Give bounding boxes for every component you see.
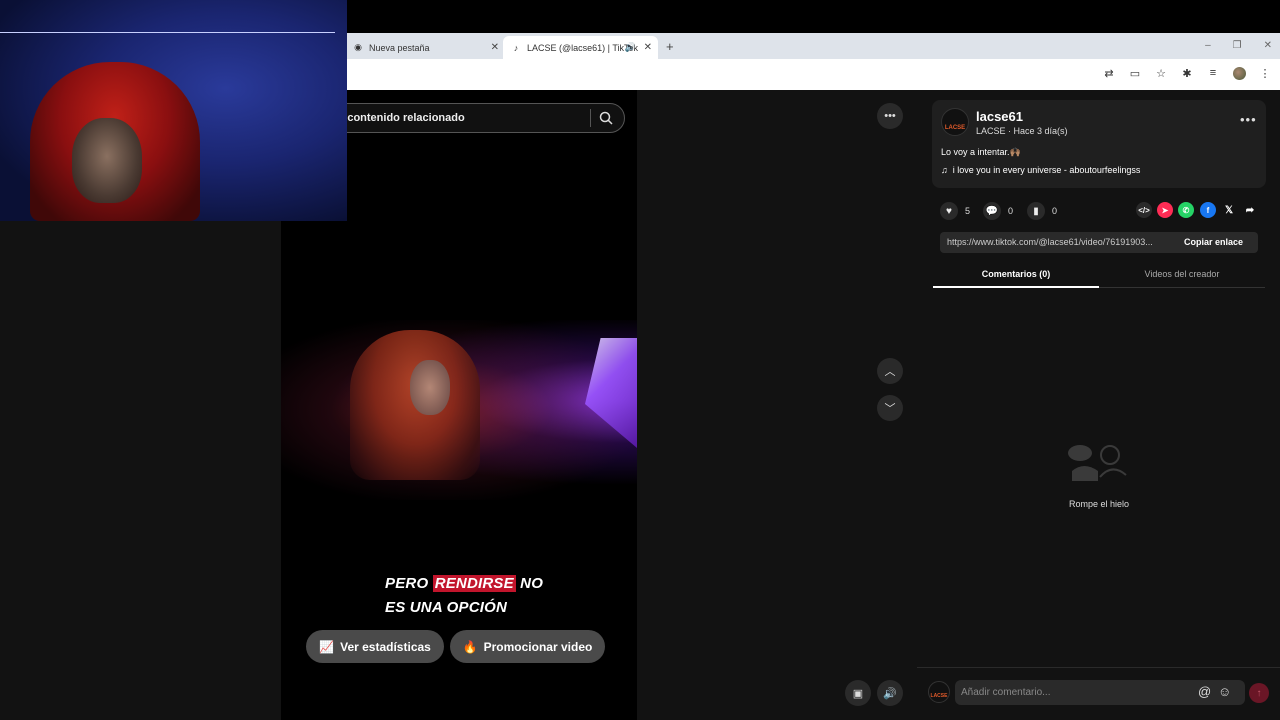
view-stats-label: Ver estadísticas [340, 639, 431, 654]
view-stats-button[interactable]: 📈 Ver estadísticas [306, 630, 444, 663]
caption-text: PERO [385, 575, 433, 592]
close-window-button[interactable]: ✕ [1264, 40, 1272, 51]
chevron-down-icon: ﹀ [884, 403, 896, 415]
video-person-face [410, 360, 450, 415]
speaker-icon[interactable]: 🔊 [625, 42, 636, 53]
toolbar-icons: ⇄ ▭ ☆ ✱ ≡ ⋮ [1102, 67, 1272, 83]
emoji-icon[interactable]: ☺ [1218, 684, 1231, 699]
webcam-edge-line [0, 32, 335, 33]
copy-link-button[interactable]: Copiar enlace [1184, 237, 1243, 247]
flame-icon: 🔥 [462, 639, 478, 654]
user-avatar: LACSE [928, 681, 950, 703]
video-caption-line2: ES UNA OPCIÓN [385, 599, 508, 616]
browser-tab-strip: ◉ Nueva pestaña ✕ ♪ LACSE (@lacse61) | T… [335, 33, 1280, 59]
ellipsis-icon: ••• [884, 110, 896, 122]
video-more-button[interactable]: ••• [877, 103, 903, 129]
translate-icon[interactable]: ⇄ [1102, 67, 1116, 83]
send-comment-button[interactable]: ↑ [1249, 683, 1269, 703]
mini-player-icon: ▣ [852, 687, 864, 700]
comment-icon: 💬 [983, 202, 1001, 220]
x-icon[interactable]: 𝕏 [1221, 202, 1237, 218]
chart-icon: 📈 [319, 639, 335, 654]
tiktok-icon: ♪ [513, 42, 519, 53]
previous-video-button[interactable]: ︿ [877, 358, 903, 384]
share-arrow-icon[interactable]: ➦ [1242, 202, 1258, 218]
minimize-button[interactable]: – [1205, 40, 1211, 51]
mini-player-button[interactable]: ▣ [845, 680, 871, 706]
author-avatar[interactable]: LACSE [941, 108, 969, 136]
volume-button[interactable]: 🔊 [877, 680, 903, 706]
menu-icon[interactable]: ⋮ [1258, 67, 1272, 83]
author-meta: LACSE · Hace 3 día(s) [976, 126, 1068, 136]
speaker-icon: 🔊 [883, 687, 897, 700]
caption-text: NO [515, 575, 544, 592]
arrow-up-icon: ↑ [1256, 687, 1262, 699]
like-button[interactable]: ♥ 5 [940, 202, 970, 220]
heart-icon: ♥ [940, 202, 958, 220]
tab-title: LACSE (@lacse61) | TikTok [527, 42, 639, 53]
profile-avatar[interactable] [1232, 67, 1246, 83]
extensions-icon[interactable]: ✱ [1180, 67, 1194, 83]
empty-comments-icon [1068, 445, 1127, 481]
like-count: 5 [965, 206, 971, 216]
save-button[interactable]: ▮ 0 [1027, 202, 1057, 220]
new-tab-button[interactable]: + [666, 39, 674, 54]
send-to-friends-icon[interactable]: ➤ [1157, 202, 1173, 218]
promote-video-label: Promocionar video [483, 639, 593, 654]
post-music[interactable]: ♫ i love you in every universe - aboutou… [941, 165, 1140, 175]
chevron-up-icon: ︿ [884, 366, 896, 378]
tab-title: Nueva pestaña [369, 42, 430, 53]
post-more-icon[interactable]: ••• [1240, 112, 1257, 127]
facebook-icon[interactable]: f [1200, 202, 1216, 218]
author-name[interactable]: lacse61 [976, 109, 1023, 124]
mention-icon[interactable]: @ [1198, 684, 1211, 699]
bookmark-star-icon[interactable]: ☆ [1154, 67, 1168, 83]
chrome-icon: ◉ [354, 42, 362, 52]
video-link[interactable]: https://www.tiktok.com/@lacse61/video/76… [947, 237, 1169, 247]
close-icon[interactable]: ✕ [491, 42, 499, 53]
post-description: Lo voy a intentar.🙌🏽 [941, 147, 1021, 157]
tab-nueva-pestana[interactable]: ◉ Nueva pestaña ✕ [345, 36, 505, 59]
comment-count: 0 [1008, 206, 1014, 216]
window-controls: – ❐ ✕ [1205, 40, 1272, 51]
video-caption-line1: PERO RENDIRSE NO [385, 575, 543, 592]
tab-tiktok[interactable]: ♪ LACSE (@lacse61) | TikTok 🔊 ✕ [503, 36, 658, 59]
comment-button[interactable]: 💬 0 [983, 202, 1013, 220]
webcam-person-face [72, 118, 142, 203]
tab-creator-videos[interactable]: Videos del creador [1099, 260, 1265, 288]
promote-video-button[interactable]: 🔥 Promocionar video [450, 630, 605, 663]
address-bar: ⇄ ▭ ☆ ✱ ≡ ⋮ [335, 59, 1280, 90]
music-note-icon: ♫ [941, 165, 948, 175]
embed-icon[interactable]: </> [1136, 202, 1152, 218]
bookmark-icon: ▮ [1027, 202, 1045, 220]
caption-highlight: RENDIRSE [432, 575, 516, 592]
whatsapp-icon[interactable]: ✆ [1178, 202, 1194, 218]
cast-icon[interactable]: ▭ [1128, 67, 1142, 83]
media-icon[interactable]: ≡ [1206, 67, 1220, 83]
search-placeholder: r contenido relacionado [340, 112, 465, 124]
search-divider [590, 109, 591, 127]
tab-comments[interactable]: Comentarios (0) [933, 260, 1099, 288]
maximize-button[interactable]: ❐ [1233, 40, 1242, 51]
search-icon[interactable] [598, 110, 614, 126]
save-count: 0 [1052, 206, 1058, 216]
close-icon[interactable]: ✕ [644, 42, 652, 53]
next-video-button[interactable]: ﹀ [877, 395, 903, 421]
empty-comments-text: Rompe el hielo [1068, 499, 1130, 509]
music-title: i love you in every universe - aboutourf… [952, 165, 1141, 175]
